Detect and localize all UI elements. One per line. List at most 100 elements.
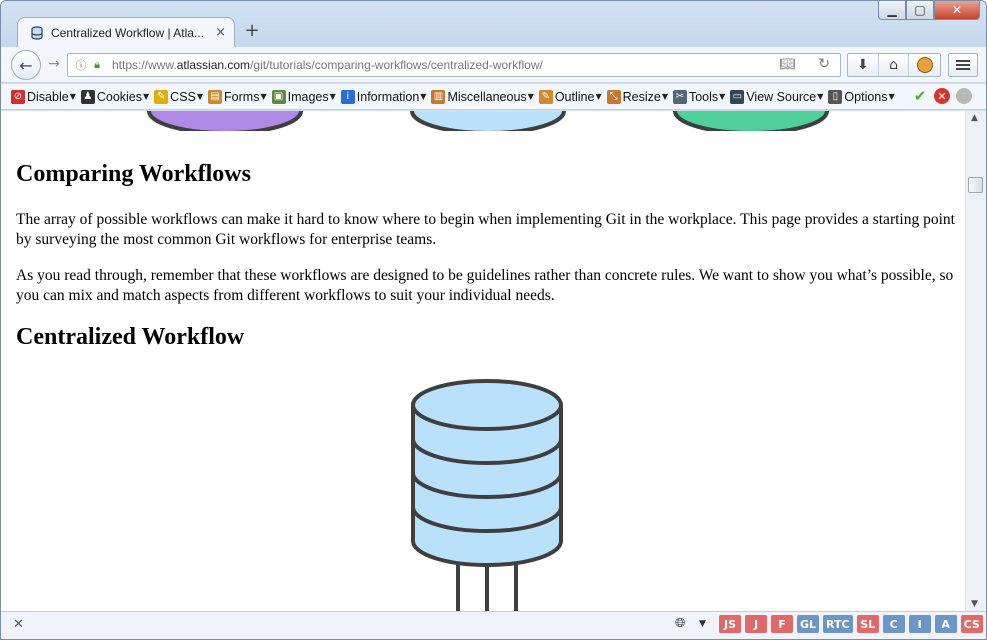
scroll-up-arrow-icon[interactable]: ▲: [971, 113, 978, 123]
cookies-icon: ♟: [80, 89, 95, 104]
dev-menu-tools[interactable]: ✂ Tools ▼: [672, 89, 726, 104]
url-scheme: https://www.: [112, 58, 177, 72]
badge-sl[interactable]: SL: [856, 615, 879, 633]
info-icon[interactable]: ⓘ: [72, 57, 90, 73]
badge-gl[interactable]: GL: [797, 615, 820, 633]
badge-j[interactable]: J: [745, 615, 767, 633]
dev-menu-label: Tools: [688, 89, 719, 104]
lock-icon[interactable]: 🔒︎: [90, 58, 104, 72]
dev-menu-label: CSS: [170, 89, 196, 104]
dev-menu-label: Outline: [554, 89, 595, 104]
disable-icon: ⊘: [11, 89, 25, 104]
extension-icon: [916, 57, 933, 73]
tab-title: Centralized Workflow | Atla...: [51, 25, 204, 40]
dev-menu-information[interactable]: i Information ▼: [340, 89, 427, 104]
chevron-down-icon: ▼: [661, 92, 668, 101]
navigation-bar: ← → ⓘ 🔒︎ https://www.atlassian.com/git/t…: [1, 47, 986, 83]
tab-centralized-workflow[interactable]: Centralized Workflow | Atla... ×: [17, 17, 235, 47]
top-databases-graphic: [147, 111, 829, 131]
close-status-icon[interactable]: ✕: [13, 617, 24, 632]
dev-menu-disable[interactable]: ⊘ Disable ▼: [11, 89, 76, 104]
chevron-down-icon: ▼: [595, 92, 602, 101]
url-host: atlassian.com: [176, 58, 251, 72]
browser-window: Centralized Workflow | Atla... × + ▁ ▢ ✕…: [0, 0, 987, 640]
chevron-down-icon[interactable]: ▼: [699, 619, 706, 629]
paragraph-intro: The array of possible workflows can make…: [16, 211, 955, 248]
heading-comparing-workflows: Comparing Workflows: [16, 161, 251, 187]
extension-badges: JS J F GL RTC SL C I A CS: [719, 615, 983, 633]
dev-menu-view-source[interactable]: ▭ View Source ▼: [730, 89, 823, 104]
dev-menu-cookies[interactable]: ♟ Cookies ▼: [80, 89, 150, 104]
maximize-button[interactable]: ▢: [906, 1, 934, 20]
dev-menu-label: Miscellaneous: [447, 89, 527, 104]
extension-button[interactable]: [909, 54, 940, 76]
badge-f[interactable]: F: [771, 615, 793, 633]
dev-menu-options[interactable]: ▯ Options ▼: [828, 89, 895, 104]
scroll-down-arrow-icon[interactable]: ▼: [971, 599, 978, 609]
blue-repo-bottom: [410, 111, 566, 131]
dev-menu-miscellaneous[interactable]: ▥ Miscellaneous ▼: [431, 89, 534, 104]
badge-cs[interactable]: CS: [960, 615, 983, 633]
error-icon[interactable]: ✕: [934, 88, 950, 104]
dev-menu-resize[interactable]: ⤡ Resize ▼: [606, 89, 668, 104]
chevron-down-icon: ▼: [196, 92, 204, 101]
dev-status-icons: ✔ ✕: [912, 87, 972, 105]
forms-icon: ▤: [208, 89, 223, 104]
information-icon: i: [340, 89, 355, 104]
dev-menu-label: Cookies: [96, 89, 143, 104]
view-source-icon: ▭: [730, 89, 745, 104]
home-button[interactable]: ⌂: [879, 54, 910, 76]
download-icon: ⬇: [856, 57, 869, 73]
badge-c[interactable]: C: [882, 615, 905, 633]
arrow-left-icon: ←: [19, 55, 33, 75]
database-icon: [31, 25, 43, 40]
close-window-button[interactable]: ✕: [934, 1, 980, 20]
nav-button-group: ⬇ ⌂: [847, 53, 941, 77]
back-button[interactable]: ←: [11, 50, 41, 80]
reader-view-icon[interactable]: 📖︎: [779, 57, 796, 72]
chevron-down-icon: ▼: [888, 92, 895, 101]
miscellaneous-icon: ▥: [431, 89, 446, 104]
window-controls: ▁ ▢ ✕: [878, 1, 980, 21]
reload-icon[interactable]: ↻: [818, 56, 830, 72]
arrow-right-icon: →: [48, 56, 60, 72]
url-text[interactable]: https://www.atlassian.com/git/tutorials/…: [112, 58, 543, 72]
title-bar: Centralized Workflow | Atla... × + ▁ ▢ ✕: [1, 1, 986, 47]
minimize-button[interactable]: ▁: [878, 1, 906, 20]
badge-js[interactable]: JS: [719, 615, 741, 633]
heading-centralized-workflow: Centralized Workflow: [16, 324, 245, 350]
chevron-down-icon: ▼: [420, 92, 427, 101]
css-icon: ✎: [154, 89, 169, 104]
scrollbar-thumb[interactable]: [968, 177, 983, 193]
badge-i[interactable]: I: [908, 615, 931, 633]
address-bar[interactable]: ⓘ 🔒︎ https://www.atlassian.com/git/tutor…: [67, 53, 841, 77]
chevron-down-icon: ▼: [527, 92, 534, 101]
dev-menu-label: Forms: [224, 89, 260, 104]
chevron-down-icon: ▼: [719, 92, 726, 101]
globe-icon[interactable]: 🌐︎: [675, 616, 685, 631]
dev-menu-css[interactable]: ✎ CSS ▼: [154, 89, 204, 104]
options-icon: ▯: [828, 89, 843, 104]
dev-menu-outline[interactable]: ✎ Outline ▼: [538, 89, 602, 104]
download-button[interactable]: ⬇: [848, 54, 879, 76]
purple-repo-bottom: [147, 111, 303, 131]
forward-button[interactable]: →: [41, 56, 67, 76]
badge-rtc[interactable]: RTC: [823, 615, 853, 633]
vertical-scrollbar[interactable]: ▲ ▼: [965, 111, 986, 611]
open-menu-button[interactable]: [948, 53, 978, 77]
new-tab-button[interactable]: +: [243, 20, 261, 42]
disabled-circle-icon[interactable]: [956, 88, 972, 104]
green-repo-bottom: [673, 111, 829, 131]
dev-menu-forms[interactable]: ▤ Forms ▼: [208, 89, 267, 104]
paragraph-guidelines: As you read through, remember that these…: [16, 267, 954, 304]
chevron-down-icon: ▼: [69, 92, 76, 101]
chevron-down-icon: ▼: [143, 92, 150, 101]
dev-menu-label: Resize: [622, 89, 661, 104]
images-icon: ▣: [271, 89, 286, 104]
dev-menu-images[interactable]: ▣ Images ▼: [271, 89, 336, 104]
status-bar: ✕ 🌐︎ ▼ JS J F GL RTC SL C I A CS: [1, 611, 986, 639]
checkmark-icon[interactable]: ✔: [912, 87, 928, 105]
tab-close-icon[interactable]: ×: [215, 25, 226, 40]
badge-a[interactable]: A: [934, 615, 957, 633]
url-path: /git/tutorials/comparing-workflows/centr…: [250, 58, 543, 72]
